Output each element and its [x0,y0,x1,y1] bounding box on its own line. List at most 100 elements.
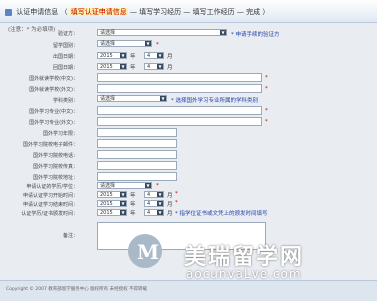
discipline-hint: * 选择国外学习专业所属的学科类别 [171,98,258,104]
discipline-value: 请选择 [100,96,116,102]
verify-authority-value: 请选择 [100,30,116,36]
chevron-down-icon: ▼ [120,201,126,206]
breadcrumb-step-1: 填写认证申请信息 [69,8,128,16]
major-en-label: 国外学习专业(外文)： [29,120,78,126]
breadcrumb-paren-close: ） [262,8,270,16]
watermark-en: aocunvaLve.com [186,267,302,281]
school-cn-required: * [265,75,268,81]
end-month-unit: 月 [167,202,173,208]
departure-date-label: 出国日期： [52,54,78,60]
verify-authority-label: 验证方： [57,31,78,37]
cert-month-value: 4 [147,192,151,198]
study-country-label: 留学国别： [52,43,78,49]
return-date-label: 回国日期： [52,65,78,71]
end-month-select[interactable]: 4 ▼ [144,200,164,207]
award-month-select[interactable]: 4 ▼ [144,209,164,216]
departure-year-select[interactable]: 2015 ▼ [97,52,127,59]
award-year-select[interactable]: 2015 ▼ [97,209,127,216]
degree-type-required: * [156,183,159,189]
logo-emblem-icon: M [128,234,162,268]
major-en-required: * [265,119,268,125]
departure-month-value: 4 [147,53,151,59]
breadcrumb-sep-2: — [183,8,191,16]
study-address-label: 国外学习院校地址： [32,175,78,181]
return-month-unit: 月 [167,65,173,71]
degree-type-select[interactable]: 请选择 ▼ [97,182,152,189]
major-cn-input[interactable] [97,106,262,115]
chevron-down-icon: ▼ [220,30,226,35]
end-month-value: 4 [147,201,151,207]
chevron-down-icon: ▼ [160,96,166,101]
chevron-down-icon: ▼ [120,210,126,215]
school-en-input[interactable] [97,84,262,93]
cert-month-select[interactable]: 4 ▼ [144,191,164,198]
cert-date-label: 申请认证学习开始时间： [22,193,78,199]
study-fax-input[interactable] [97,161,177,170]
copyright-text: Copyright © 2007 教育部留学服务中心 版权所有 未经授权 不得转… [6,287,148,292]
end-year-unit: 年 [130,202,136,208]
end-year-value: 2015 [100,201,113,207]
cert-year-unit: 年 [130,193,136,199]
remarks-label: 备注： [62,233,78,239]
discipline-label: 学科类别： [52,98,78,104]
major-cn-required: * [265,108,268,114]
header-bar: 认证申请信息 （ 填写认证申请信息 — 填写学习经历 — 填写工作经历 — 完成… [0,0,377,23]
chevron-down-icon: ▼ [145,41,151,46]
study-email-input[interactable] [97,139,177,148]
end-date-label: 申请认证学习结束时间： [22,202,78,208]
award-date-hint: * 指学位证书或文凭上的颁发时间填写 [175,211,268,217]
study-email-label: 国外学习院校电子邮件： [22,142,78,148]
study-phone-label: 国外学习院校电话： [32,153,78,159]
major-en-input[interactable] [97,117,262,126]
discipline-select[interactable]: 请选择 ▼ [97,95,167,102]
study-country-value: 请选择 [100,41,116,47]
departure-month-unit: 月 [167,54,173,60]
breadcrumb-sep-1: — [129,8,137,16]
verify-authority-hint: * 申请手续的验证方 [231,32,280,38]
verify-authority-select[interactable]: 请选择 ▼ [97,29,227,36]
cert-date-required: * [175,191,178,197]
end-year-select[interactable]: 2015 ▼ [97,200,127,207]
school-cn-label: 国外就读学校(中文)： [29,76,78,82]
departure-year-unit: 年 [130,54,136,60]
chevron-down-icon: ▼ [120,64,126,69]
breadcrumb-sep-3: — [236,8,244,16]
return-month-value: 4 [147,64,151,70]
award-month-value: 4 [147,210,151,216]
cert-year-value: 2015 [100,192,113,198]
award-month-unit: 月 [167,211,173,217]
school-en-label: 国外就读学校(外文)： [29,87,78,93]
award-date-label: 认证学历/证书颁发时间： [21,211,78,217]
cert-year-select[interactable]: 2015 ▼ [97,191,127,198]
breadcrumb-paren-open: （ [60,8,68,16]
study-phone-input[interactable] [97,150,177,159]
departure-month-select[interactable]: 4 ▼ [144,52,164,59]
breadcrumb-step-2: 填写学习经历 [139,8,182,16]
chevron-down-icon: ▼ [157,64,163,69]
footer: Copyright © 2007 教育部留学服务中心 版权所有 未经授权 不得转… [0,280,377,301]
departure-year-value: 2015 [100,53,113,59]
cert-month-unit: 月 [167,193,173,199]
award-year-unit: 年 [130,211,136,217]
chevron-down-icon: ▼ [157,201,163,206]
breadcrumb-current: 认证申请信息 [16,8,59,16]
chevron-down-icon: ▼ [145,183,151,188]
chevron-down-icon: ▼ [120,192,126,197]
degree-type-value: 请选择 [100,183,116,189]
return-month-select[interactable]: 4 ▼ [144,63,164,70]
return-year-select[interactable]: 2015 ▼ [97,63,127,70]
chevron-down-icon: ▼ [157,192,163,197]
award-year-value: 2015 [100,210,113,216]
breadcrumb: 认证申请信息 （ 填写认证申请信息 — 填写学习经历 — 填写工作经历 — 完成… [5,7,269,17]
study-duration-input[interactable] [97,128,177,137]
study-country-select[interactable]: 请选择 ▼ [97,40,152,47]
breadcrumb-step-3: 填写工作经历 [192,8,235,16]
school-cn-input[interactable] [97,73,262,82]
end-date-required: * [175,200,178,206]
chevron-down-icon: ▼ [157,53,163,58]
chevron-down-icon: ▼ [157,210,163,215]
study-country-required: * [156,42,159,48]
study-duration-label: 国外学习年限： [42,131,78,137]
study-address-input[interactable] [97,172,177,181]
document-icon [5,8,12,16]
